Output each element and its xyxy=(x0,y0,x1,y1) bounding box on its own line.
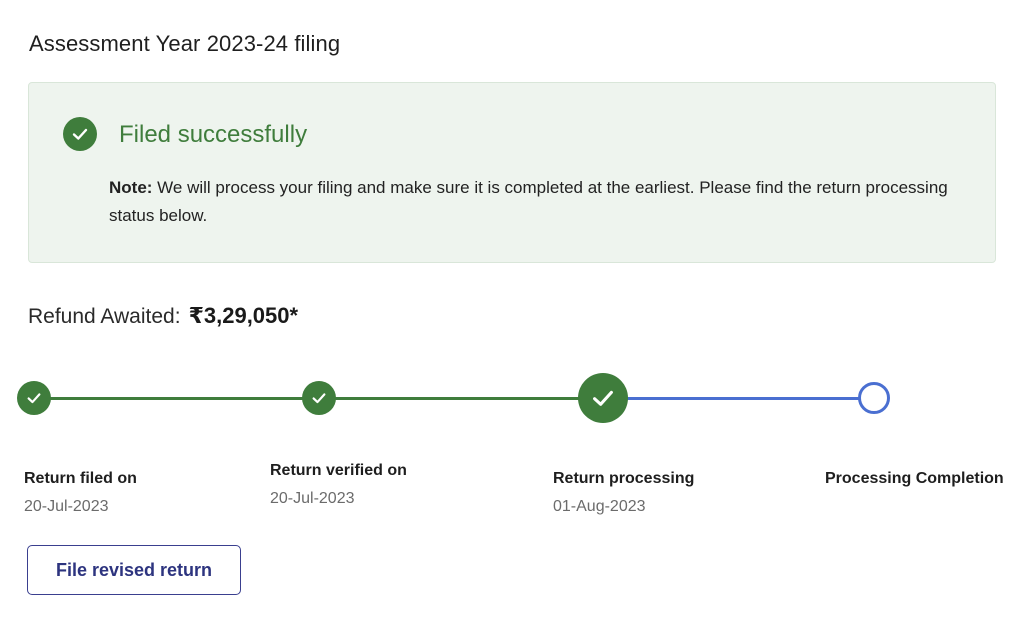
page-title: Assessment Year 2023-24 filing xyxy=(29,31,341,56)
filing-success-panel: Filed successfully Note: We will process… xyxy=(28,82,996,263)
step-processing-completion: Processing Completion xyxy=(825,470,1004,488)
step-verified-check-icon xyxy=(302,381,336,415)
step-date: 20-Jul-2023 xyxy=(24,498,109,515)
progress-tracker xyxy=(0,370,1024,430)
step-label: Processing Completion xyxy=(825,470,1004,487)
progress-line-filed-verified xyxy=(34,397,320,400)
step-completion-circle-icon xyxy=(858,382,890,414)
step-date: 01-Aug-2023 xyxy=(553,498,646,515)
filing-status-page: Assessment Year 2023-24 filing Filed suc… xyxy=(0,0,1024,633)
step-return-filed: Return filed on 20-Jul-2023 xyxy=(24,470,137,516)
step-processing-check-icon xyxy=(578,373,628,423)
note-text: We will process your filing and make sur… xyxy=(109,178,948,225)
file-revised-return-button[interactable]: File revised return xyxy=(27,545,241,595)
step-return-processing: Return processing 01-Aug-2023 xyxy=(553,470,694,516)
step-label: Return verified on xyxy=(270,462,407,479)
step-label: Return processing xyxy=(553,470,695,487)
step-return-verified: Return verified on 20-Jul-2023 xyxy=(270,462,407,508)
processing-note: Note: We will process your filing and ma… xyxy=(109,174,969,230)
note-label: Note: xyxy=(109,178,153,197)
check-circle-icon xyxy=(63,117,97,151)
step-date: 20-Jul-2023 xyxy=(270,490,355,507)
progress-line-processing-completion xyxy=(603,397,874,400)
success-title: Filed successfully xyxy=(119,121,308,148)
step-label: Return filed on xyxy=(24,470,137,487)
progress-line-verified-processing xyxy=(320,397,603,400)
refund-amount: ₹3,29,050* xyxy=(188,303,299,328)
step-filed-check-icon xyxy=(17,381,51,415)
refund-summary: Refund Awaited: ₹3,29,050* xyxy=(28,303,298,329)
refund-label: Refund Awaited: xyxy=(28,305,181,328)
